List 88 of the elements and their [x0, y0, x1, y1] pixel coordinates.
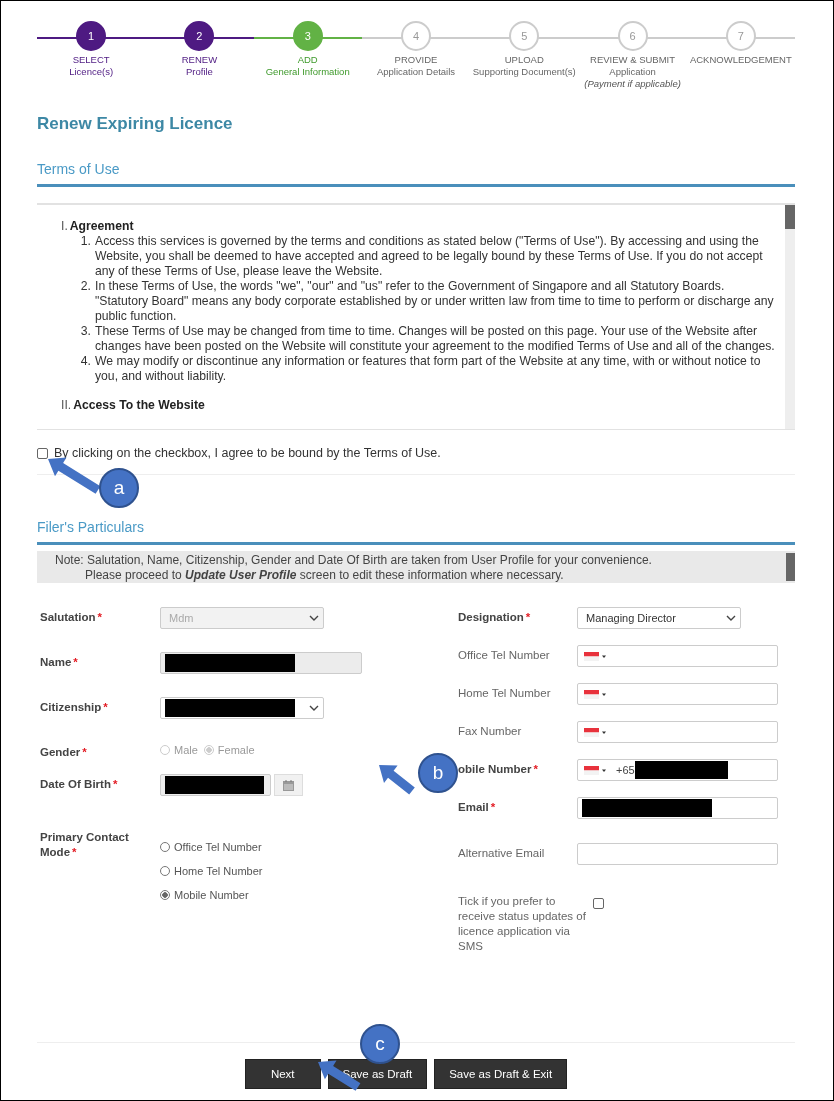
step-circle: 6 — [617, 21, 648, 51]
field-label: Designation * — [458, 611, 531, 623]
step-circle: 2 — [184, 21, 215, 51]
field-label: Fax Number — [458, 725, 522, 737]
page-title: Renew Expiring Licence — [37, 113, 234, 135]
step-title: RENEW — [181, 54, 218, 66]
section-numeral: I. — [61, 219, 68, 234]
terms-paragraph: We may modify or discontinue any information or features that form part of the Website at any time, with or without notice to you, and without liability. — [95, 354, 762, 384]
calendar-icon — [283, 779, 294, 791]
field-label: Home Tel Number — [458, 687, 551, 699]
step-subtitle: Profile — [185, 66, 213, 78]
phone-field[interactable]: +65 — [577, 759, 778, 781]
radio-label: Female — [217, 744, 255, 756]
item-number: 2. — [79, 279, 91, 295]
input-field[interactable] — [577, 797, 778, 819]
scrollbar[interactable] — [786, 553, 795, 581]
field-label: Tick if you prefer to receive status updates of licence application via SMS — [458, 895, 586, 952]
date-field[interactable] — [160, 774, 271, 796]
phone-field[interactable] — [577, 721, 778, 743]
step-subtitle: Supporting Document(s) — [472, 66, 576, 78]
step-subtitle: Application Details — [376, 66, 456, 78]
step-circle: 7 — [725, 21, 756, 51]
sms-checkbox[interactable] — [593, 898, 604, 909]
callout-badge: c — [360, 1024, 400, 1064]
flag-icon — [584, 727, 606, 737]
step-title: ACKNOWLEDGEMENT — [689, 54, 792, 66]
agree-checkbox[interactable] — [37, 447, 48, 459]
step-title: SELECT — [72, 54, 110, 66]
terms-paragraph: Access this services is governed by the terms and conditions as stated below ("Terms of Use"). By accessing and using the Website, you shall be deemed to have accepted and agreed to be legally bound by these Terms of Use. If you do not accept any of these Terms of Use, please leave the Website. — [95, 234, 764, 279]
radio-label: Office Tel Number — [174, 841, 262, 853]
step-subtitle: Application — [609, 66, 656, 78]
step-title: REVIEW & SUBMIT — [590, 54, 676, 66]
field-label: Email * — [458, 801, 496, 813]
chevron-icon — [726, 615, 736, 621]
radio-label: Home Tel Number — [174, 865, 263, 877]
flag-icon — [584, 651, 606, 661]
step-title: PROVIDE — [394, 54, 438, 66]
field-label: Citizenship * — [40, 701, 108, 713]
item-number: 3. — [79, 324, 91, 340]
phone-field[interactable] — [577, 683, 778, 705]
calendar-button[interactable] — [274, 774, 303, 796]
callout-badge: a — [99, 468, 139, 508]
dropdown[interactable] — [160, 697, 324, 719]
step-title: UPLOAD — [504, 54, 544, 66]
field-label: Alternative Email — [458, 847, 545, 859]
radio-label: Male — [174, 744, 198, 756]
field-label: Date Of Birth * — [40, 778, 118, 790]
terms-section-title: Agreement — [69, 219, 134, 234]
step-circle: 1 — [76, 21, 107, 51]
flag-icon — [584, 689, 606, 699]
terms-paragraph: These Terms of Use may be changed from time to time. Changes will be posted on this page. Your use of the Website after changes have been posted on the Website will constitute your agreement to the modified Terms of Use and all of the changes. — [95, 324, 775, 354]
action-button[interactable]: Save as Draft & Exit — [434, 1059, 568, 1089]
field-label: Office Tel Number — [458, 649, 550, 661]
scrollbar[interactable] — [785, 205, 795, 429]
step-subtitle: Licence(s) — [69, 66, 114, 78]
chevron-icon — [309, 615, 319, 621]
item-number: 4. — [79, 354, 91, 370]
section-heading: Terms of Use — [37, 161, 120, 177]
note-text: Note: Salutation, Name, Citizenship, Gender and Date Of Birth are taken from User Profile for your convenience. — [55, 553, 653, 568]
step-title: ADD — [297, 54, 318, 66]
step-circle: 5 — [509, 21, 540, 51]
step-circle: 4 — [401, 21, 431, 51]
item-number: 1. — [79, 234, 91, 250]
input-field[interactable] — [577, 843, 778, 865]
field-label: Name * — [40, 656, 78, 668]
terms-section-title: Access To the Website — [73, 398, 205, 413]
phone-field[interactable] — [577, 645, 778, 667]
section-numeral: II. — [61, 398, 72, 413]
step-subtitle: General Information — [265, 66, 350, 78]
radio-button[interactable] — [160, 890, 170, 900]
chevron-icon — [309, 705, 319, 711]
callout-badge: b — [418, 753, 458, 793]
action-button[interactable]: Next — [244, 1059, 321, 1089]
flag-icon — [584, 765, 606, 775]
field-label: obile Number * — [458, 763, 538, 775]
field-label: Gender * — [40, 746, 87, 758]
dropdown[interactable]: Managing Director — [577, 607, 741, 629]
radio-label: Mobile Number — [174, 889, 249, 901]
radio-button[interactable] — [160, 866, 170, 876]
section-heading: Filer's Particulars — [37, 519, 144, 535]
terms-paragraph: In these Terms of Use, the words "we", "our" and "us" refer to the Government of Singapore and all Statutory Boards. "Statutory Board" means any body corporate established by or under written law from time to time to perform or discharge any public function. — [95, 279, 775, 324]
field-label: Salutation * — [40, 611, 103, 623]
field-label: Primary Contact Mode * — [40, 831, 129, 858]
pointer-arrow — [379, 765, 415, 795]
step-circle: 3 — [292, 21, 323, 51]
step-note: (Payment if applicable) — [584, 78, 681, 90]
radio-button[interactable] — [160, 842, 170, 852]
note-text: Please proceed to Update User Profile screen to edit these information where necessary. — [84, 567, 565, 582]
